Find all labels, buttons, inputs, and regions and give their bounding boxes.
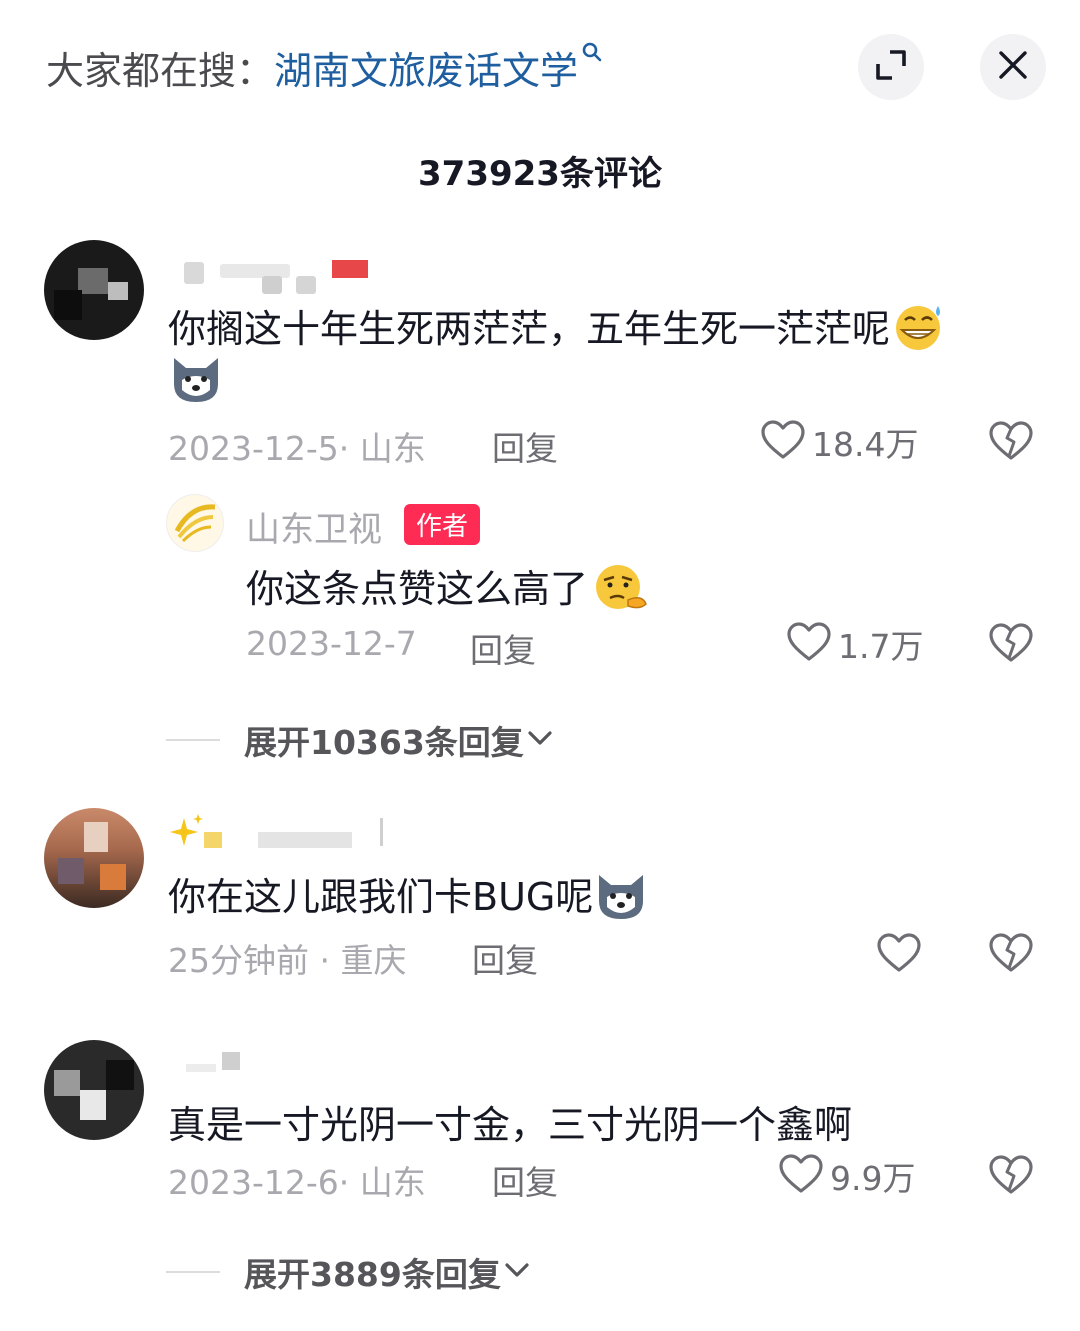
- like-button[interactable]: 9.9万: [778, 1152, 915, 1200]
- dislike-button[interactable]: [988, 420, 1034, 466]
- comment-meta: 25分钟前 · 重庆: [168, 941, 407, 980]
- chevron-down-icon: [501, 1259, 533, 1285]
- like-button[interactable]: [876, 932, 922, 978]
- like-button[interactable]: 18.4万: [760, 418, 918, 466]
- heart-icon: [760, 419, 806, 465]
- broken-heart-icon: [988, 421, 1034, 466]
- expand-replies-button[interactable]: 展开3889条回复: [166, 1248, 533, 1296]
- like-count: 1.7万: [838, 627, 924, 666]
- author-name[interactable]: 山东卫视: [246, 502, 382, 551]
- comment-text-content: 你在这儿跟我们卡BUG呢: [168, 875, 594, 919]
- reply-button[interactable]: 回复: [470, 624, 536, 672]
- username-blurred[interactable]: [170, 250, 370, 294]
- comment-text: 真是一寸光阴一寸金，三寸光阴一个鑫啊: [168, 1103, 853, 1147]
- username-blurred[interactable]: [170, 814, 400, 854]
- expand-replies-label: 展开3889条回复: [244, 1255, 501, 1294]
- like-count: 9.9万: [830, 1159, 916, 1198]
- thinking-emoji: [588, 560, 652, 623]
- dog-emoji: [168, 350, 224, 410]
- comment-text: 你搁这十年生死两茫茫，五年生死一茫茫呢: [168, 298, 948, 361]
- reply-button[interactable]: 回复: [472, 934, 538, 982]
- close-button[interactable]: [980, 34, 1046, 100]
- expand-button[interactable]: [858, 34, 924, 100]
- reply-text-content: 你这条点赞这么高了: [246, 567, 589, 611]
- comment-text-content: 你搁这十年生死两茫茫，五年生死一茫茫呢: [168, 307, 891, 351]
- comment-count-title: 373923条评论: [418, 154, 662, 194]
- avatar[interactable]: [44, 1040, 144, 1140]
- avatar[interactable]: [44, 240, 144, 340]
- search-icon: [578, 42, 604, 93]
- search-suggestion-prefix: 大家都在搜：: [46, 49, 275, 93]
- divider: [166, 739, 220, 741]
- dislike-button[interactable]: [988, 622, 1034, 668]
- like-count: 18.4万: [812, 425, 919, 464]
- reply-text: 你这条点赞这么高了: [246, 558, 652, 623]
- username-blurred[interactable]: [170, 1050, 250, 1074]
- dislike-button[interactable]: [988, 1154, 1034, 1200]
- broken-heart-icon: [988, 933, 1034, 978]
- expand-icon: [874, 48, 908, 86]
- broken-heart-icon: [988, 1155, 1034, 1200]
- close-icon: [998, 50, 1028, 84]
- author-badge: 作者: [404, 504, 481, 545]
- sparkle-icon: [170, 814, 204, 856]
- search-suggestion[interactable]: 大家都在搜：湖南文旅废话文学: [46, 40, 604, 95]
- search-suggestion-term[interactable]: 湖南文旅废话文学: [274, 49, 578, 93]
- reply-button[interactable]: 回复: [492, 422, 558, 470]
- heart-icon: [786, 621, 832, 667]
- heart-icon: [778, 1153, 824, 1199]
- comment-meta: 2023-12-6· 山东: [168, 1163, 426, 1202]
- chevron-down-icon: [524, 727, 556, 753]
- reply-button[interactable]: 回复: [492, 1156, 558, 1204]
- broken-heart-icon: [988, 623, 1034, 668]
- like-button[interactable]: 1.7万: [786, 620, 923, 668]
- comment-text: 你在这儿跟我们卡BUG呢: [168, 866, 649, 932]
- expand-replies-label: 展开10363条回复: [244, 723, 524, 762]
- avatar[interactable]: [44, 808, 144, 908]
- dog-emoji: [593, 867, 649, 932]
- heart-icon: [876, 932, 922, 978]
- grinning-sweat-emoji: [890, 302, 948, 361]
- comment-meta: 2023-12-5· 山东: [168, 429, 426, 468]
- author-avatar[interactable]: [166, 494, 224, 552]
- divider: [166, 1271, 220, 1273]
- expand-replies-button[interactable]: 展开10363条回复: [166, 716, 556, 764]
- reply-meta: 2023-12-7: [246, 624, 417, 663]
- dislike-button[interactable]: [988, 932, 1034, 978]
